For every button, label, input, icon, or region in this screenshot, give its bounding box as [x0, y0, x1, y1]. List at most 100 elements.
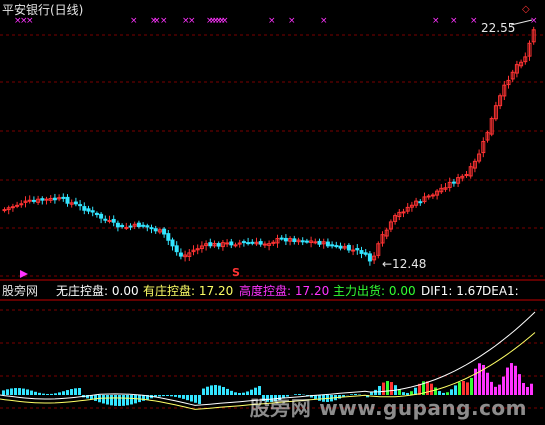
candle-body — [229, 241, 234, 246]
macd-bar — [454, 385, 457, 395]
candle-body — [355, 248, 360, 251]
macd-bar — [438, 391, 441, 395]
macd-bar — [126, 395, 129, 406]
macd-bar — [202, 388, 205, 395]
macd-bar — [118, 395, 121, 406]
candle-body — [426, 195, 431, 198]
macd-bar — [222, 386, 225, 395]
signal-cross-mark: × — [268, 16, 276, 26]
macd-bar — [494, 386, 497, 395]
macd-bar — [2, 390, 5, 395]
macd-bar — [214, 385, 217, 395]
macd-bar — [158, 395, 161, 397]
macd-bar — [110, 395, 113, 406]
candle-body — [111, 218, 116, 223]
macd-bar — [254, 387, 257, 395]
indicator-label: 主力出货: — [333, 284, 386, 298]
candle-body — [124, 226, 129, 229]
macd-bar — [58, 392, 61, 395]
macd-bar — [498, 384, 501, 395]
indicator-value: 17.20 — [294, 284, 330, 298]
macd-bar — [198, 395, 201, 404]
macd-bar — [194, 395, 197, 403]
candle-body — [418, 201, 423, 204]
macd-bar — [226, 388, 229, 395]
macd-bar — [522, 382, 525, 395]
candle-body — [15, 204, 20, 207]
price-high-label: 22.55 — [481, 21, 515, 35]
macd-bar — [50, 393, 53, 395]
site-label: 股旁网 — [2, 284, 39, 298]
macd-bar — [510, 363, 513, 395]
macd-bar — [458, 382, 461, 395]
macd-bar — [26, 389, 29, 395]
macd-bar — [446, 392, 449, 395]
macd-bar — [170, 395, 173, 397]
macd-bar — [250, 389, 253, 395]
candle-body — [115, 222, 120, 228]
macd-bar — [218, 385, 221, 395]
indicator-value: 17.20 — [198, 284, 234, 298]
macd-bar — [186, 395, 189, 401]
macd-bar — [466, 382, 469, 395]
indicator-gaodu: 高度控盘: 17.20 — [239, 283, 329, 299]
candle-body — [250, 241, 255, 244]
macd-bar — [190, 395, 193, 402]
candle-body — [330, 244, 335, 247]
candle-body — [292, 238, 297, 242]
candle-body — [19, 203, 24, 206]
macd-bar — [406, 392, 409, 395]
macd-bar — [470, 377, 473, 395]
candle-body — [61, 196, 66, 199]
candle-body — [225, 242, 230, 245]
macd-bar — [14, 388, 17, 395]
signal-cross-mark: × — [221, 16, 229, 26]
candle-body — [90, 210, 95, 213]
watermark-brand: 股旁网 www.gupang.com — [249, 396, 527, 420]
signal-cross-mark: × — [450, 16, 458, 26]
candle-body — [451, 181, 456, 184]
candle-body — [31, 199, 36, 202]
macd-bar — [230, 390, 233, 395]
candle-body — [233, 244, 238, 247]
macd-bar — [38, 392, 41, 395]
macd-bar — [122, 395, 125, 406]
macd-bar — [350, 394, 353, 395]
macd-bar — [462, 381, 465, 395]
macd-bar — [18, 388, 21, 395]
macd-bar — [182, 395, 185, 399]
macd-bar — [74, 388, 77, 395]
macd-bar — [94, 395, 97, 401]
macd-bar — [130, 395, 133, 405]
candle-body — [2, 209, 7, 212]
candle-body — [241, 241, 246, 244]
candle-body — [136, 222, 141, 228]
indicator-youzhuang: 有庄控盘: 17.20 — [143, 283, 233, 299]
candle-body — [86, 208, 91, 212]
macd-bar — [178, 395, 181, 398]
signal-s-marker: S — [232, 266, 240, 279]
macd-bar — [370, 392, 373, 395]
macd-bar — [106, 395, 109, 405]
signal-cross-mark: × — [130, 16, 138, 26]
macd-bar — [294, 394, 297, 395]
candle-body — [317, 240, 322, 245]
signal-cross-mark: × — [188, 16, 196, 26]
macd-bar — [374, 389, 377, 395]
macd-bar — [30, 390, 33, 395]
chart-canvas: ××× × ×× × ×× ×××××× × × × × × × ×◇22.55←12.48S — [0, 4, 545, 410]
candle-body — [346, 244, 351, 251]
candle-body — [149, 227, 154, 230]
candle-body — [52, 197, 57, 201]
macd-bar — [490, 381, 493, 395]
candle-body — [27, 199, 32, 202]
candle-body — [166, 233, 171, 241]
candle-body — [141, 224, 146, 227]
candle-body — [338, 245, 343, 249]
macd-bar — [70, 389, 73, 395]
candle-body — [430, 194, 435, 197]
arrow-marker — [20, 270, 28, 278]
candle-body — [94, 212, 99, 216]
candle-body — [153, 228, 158, 232]
macd-bar — [486, 372, 489, 395]
